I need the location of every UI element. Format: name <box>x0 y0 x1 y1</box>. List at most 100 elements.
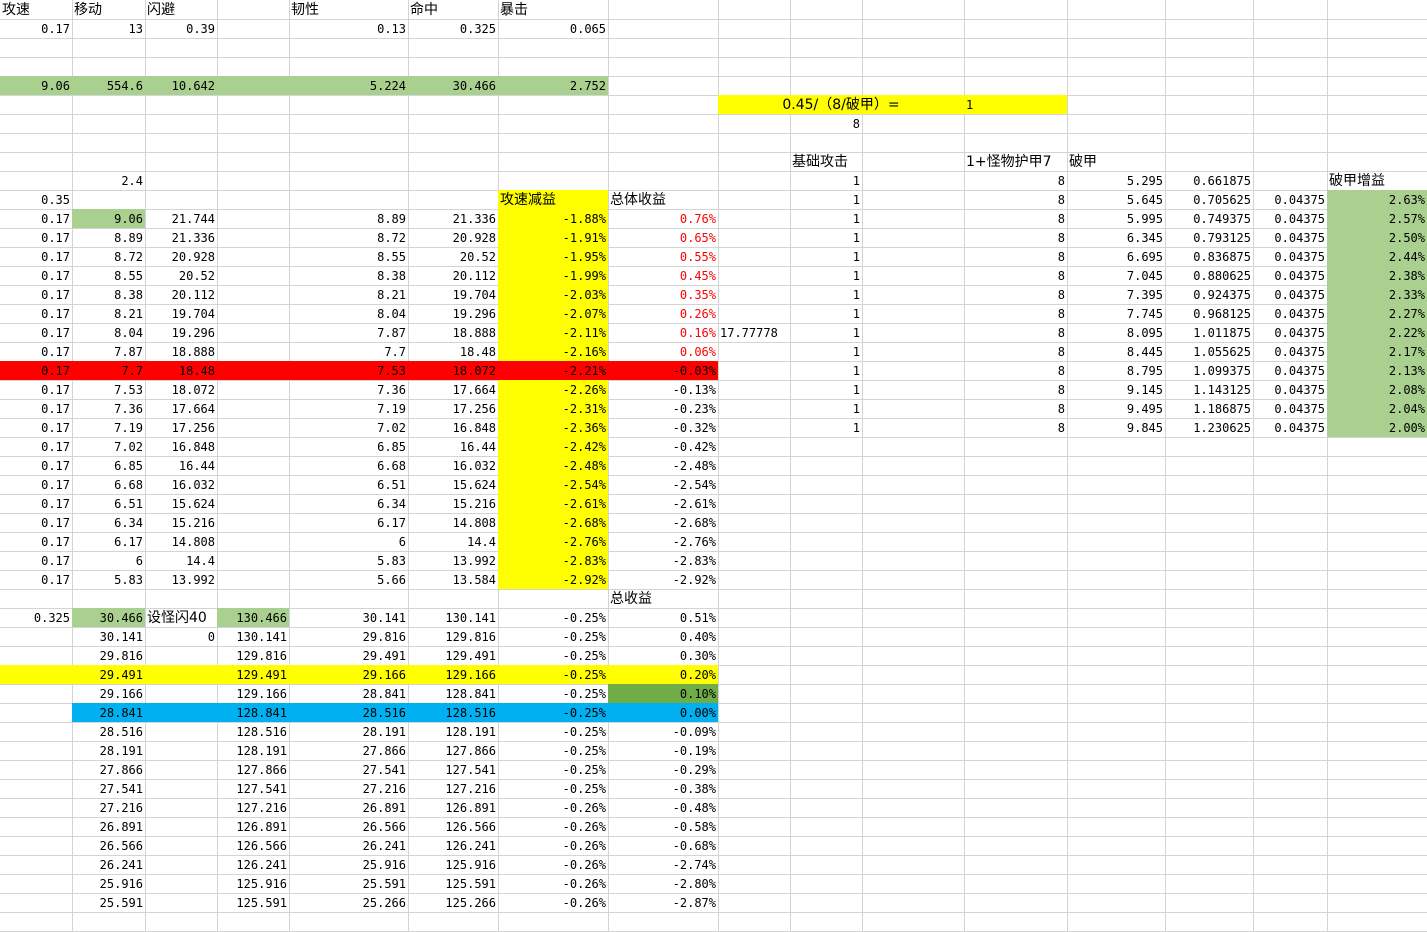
cell-r11-c17[interactable]: 2.63% <box>1327 191 1427 210</box>
cell-r5-c2[interactable]: 10.642 <box>145 77 217 96</box>
cell-r40-c3[interactable]: 128.191 <box>217 742 289 761</box>
cell-r47-c7[interactable]: -2.80% <box>608 875 718 894</box>
cell-r45-c6[interactable]: -0.26% <box>498 837 608 856</box>
cell-r21-c4[interactable]: 7.36 <box>289 381 408 400</box>
cell-r38-c3[interactable]: 128.841 <box>217 704 289 723</box>
cell-r34-c2[interactable]: 0 <box>145 628 217 647</box>
cell-r16-c10[interactable]: 1 <box>790 286 862 305</box>
cell-r23-c6[interactable]: -2.36% <box>498 419 608 438</box>
cell-r12-c12[interactable]: 8 <box>964 210 1067 229</box>
cell-r33-c2[interactable]: 设怪闪40 <box>145 609 217 628</box>
cell-r29-c5[interactable]: 14.4 <box>408 533 498 552</box>
cell-r31-c7[interactable]: -2.92% <box>608 571 718 590</box>
cell-r29-c4[interactable]: 6 <box>289 533 408 552</box>
cell-r2-c0[interactable]: 0.17 <box>0 20 72 39</box>
cell-r15-c2[interactable]: 20.52 <box>145 267 217 286</box>
cell-r9-c10[interactable]: 基础攻击 <box>790 153 862 172</box>
cell-r15-c1[interactable]: 8.55 <box>72 267 145 286</box>
cell-r47-c1[interactable]: 25.916 <box>72 875 145 894</box>
cell-r12-c2[interactable]: 21.744 <box>145 210 217 229</box>
cell-r1-c4[interactable]: 韧性 <box>289 1 408 20</box>
cell-r19-c17[interactable]: 2.17% <box>1327 343 1427 362</box>
cell-r41-c4[interactable]: 27.541 <box>289 761 408 780</box>
cell-r36-c1[interactable]: 29.491 <box>72 666 145 685</box>
cell-r35-c3[interactable]: 129.816 <box>217 647 289 666</box>
cell-r29-c0[interactable]: 0.17 <box>0 533 72 552</box>
cell-r28-c7[interactable]: -2.68% <box>608 514 718 533</box>
cell-r12-c7[interactable]: 0.76% <box>608 210 718 229</box>
cell-r34-c3[interactable]: 130.141 <box>217 628 289 647</box>
cell-r31-c6[interactable]: -2.92% <box>498 571 608 590</box>
cell-r23-c7[interactable]: -0.32% <box>608 419 718 438</box>
cell-r14-c1[interactable]: 8.72 <box>72 248 145 267</box>
cell-r31-c0[interactable]: 0.17 <box>0 571 72 590</box>
cell-r26-c6[interactable]: -2.54% <box>498 476 608 495</box>
cell-r15-c16[interactable]: 0.04375 <box>1253 267 1327 286</box>
cell-r21-c7[interactable]: -0.13% <box>608 381 718 400</box>
cell-r47-c5[interactable]: 125.591 <box>408 875 498 894</box>
cell-r40-c5[interactable]: 127.866 <box>408 742 498 761</box>
cell-r13-c15[interactable]: 0.793125 <box>1165 229 1253 248</box>
cell-r17-c0[interactable]: 0.17 <box>0 305 72 324</box>
cell-r18-c12[interactable]: 8 <box>964 324 1067 343</box>
cell-r13-c10[interactable]: 1 <box>790 229 862 248</box>
cell-r19-c15[interactable]: 1.055625 <box>1165 343 1253 362</box>
cell-r18-c2[interactable]: 19.296 <box>145 324 217 343</box>
cell-r31-c1[interactable]: 5.83 <box>72 571 145 590</box>
cell-r18-c14[interactable]: 8.095 <box>1067 324 1165 343</box>
cell-r12-c5[interactable]: 21.336 <box>408 210 498 229</box>
cell-r1-c0[interactable]: 攻速 <box>0 1 72 20</box>
cell-r10-c12[interactable]: 8 <box>964 172 1067 191</box>
cell-r24-c6[interactable]: -2.42% <box>498 438 608 457</box>
cell-r24-c5[interactable]: 16.44 <box>408 438 498 457</box>
cell-r35-c4[interactable]: 29.491 <box>289 647 408 666</box>
cell-r21-c15[interactable]: 1.143125 <box>1165 381 1253 400</box>
cell-r38-c7[interactable]: 0.00% <box>608 704 718 723</box>
cell-r23-c10[interactable]: 1 <box>790 419 862 438</box>
cell-r26-c5[interactable]: 15.624 <box>408 476 498 495</box>
cell-r2-c2[interactable]: 0.39 <box>145 20 217 39</box>
cell-r34-c7[interactable]: 0.40% <box>608 628 718 647</box>
cell-r44-c7[interactable]: -0.58% <box>608 818 718 837</box>
cell-r23-c4[interactable]: 7.02 <box>289 419 408 438</box>
cell-r21-c1[interactable]: 7.53 <box>72 381 145 400</box>
cell-r21-c14[interactable]: 9.145 <box>1067 381 1165 400</box>
cell-r14-c17[interactable]: 2.44% <box>1327 248 1427 267</box>
cell-r13-c2[interactable]: 21.336 <box>145 229 217 248</box>
cell-r15-c15[interactable]: 0.880625 <box>1165 267 1253 286</box>
cell-r35-c7[interactable]: 0.30% <box>608 647 718 666</box>
cell-r43-c7[interactable]: -0.48% <box>608 799 718 818</box>
cell-r19-c2[interactable]: 18.888 <box>145 343 217 362</box>
cell-r20-c0[interactable]: 0.17 <box>0 362 72 381</box>
cell-r11-c16[interactable]: 0.04375 <box>1253 191 1327 210</box>
cell-r28-c2[interactable]: 15.216 <box>145 514 217 533</box>
cell-r18-c7[interactable]: 0.16% <box>608 324 718 343</box>
cell-r40-c4[interactable]: 27.866 <box>289 742 408 761</box>
cell-r37-c1[interactable]: 29.166 <box>72 685 145 704</box>
cell-r23-c17[interactable]: 2.00% <box>1327 419 1427 438</box>
cell-r29-c1[interactable]: 6.17 <box>72 533 145 552</box>
cell-r20-c1[interactable]: 7.7 <box>72 362 145 381</box>
cell-r42-c1[interactable]: 27.541 <box>72 780 145 799</box>
cell-r14-c10[interactable]: 1 <box>790 248 862 267</box>
cell-r18-c5[interactable]: 18.888 <box>408 324 498 343</box>
cell-r48-c4[interactable]: 25.266 <box>289 894 408 913</box>
cell-r37-c3[interactable]: 129.166 <box>217 685 289 704</box>
cell-r10-c10[interactable]: 1 <box>790 172 862 191</box>
cell-r14-c4[interactable]: 8.55 <box>289 248 408 267</box>
cell-r5-c5[interactable]: 30.466 <box>408 77 498 96</box>
cell-r13-c14[interactable]: 6.345 <box>1067 229 1165 248</box>
cell-r16-c6[interactable]: -2.03% <box>498 286 608 305</box>
cell-r35-c6[interactable]: -0.25% <box>498 647 608 666</box>
cell-r30-c5[interactable]: 13.992 <box>408 552 498 571</box>
cell-r21-c17[interactable]: 2.08% <box>1327 381 1427 400</box>
cell-r22-c4[interactable]: 7.19 <box>289 400 408 419</box>
cell-r12-c17[interactable]: 2.57% <box>1327 210 1427 229</box>
cell-r17-c2[interactable]: 19.704 <box>145 305 217 324</box>
cell-r1-c1[interactable]: 移动 <box>72 1 145 20</box>
cell-r44-c4[interactable]: 26.566 <box>289 818 408 837</box>
cell-r46-c4[interactable]: 25.916 <box>289 856 408 875</box>
cell-r17-c1[interactable]: 8.21 <box>72 305 145 324</box>
cell-r17-c5[interactable]: 19.296 <box>408 305 498 324</box>
cell-r11-c14[interactable]: 5.645 <box>1067 191 1165 210</box>
